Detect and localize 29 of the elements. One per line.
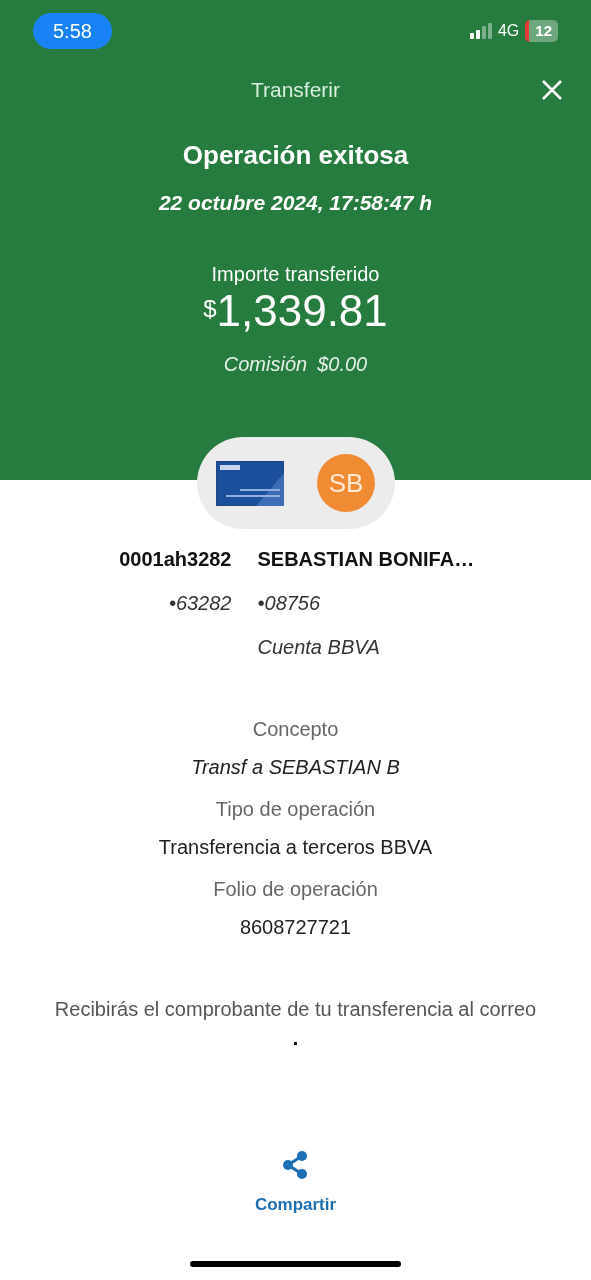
detail-label: Tipo de operación xyxy=(215,797,376,822)
origin-account-name: 0001ah3282 xyxy=(119,547,232,572)
recipient-account-number: •08756 xyxy=(257,591,321,616)
success-title: Operación exitosa xyxy=(182,139,409,172)
operation-date: 22 octubre 2024, 17:58:47 h xyxy=(158,190,433,216)
detail-label: Concepto xyxy=(252,717,339,742)
origin-account-number: •63282 xyxy=(168,591,232,616)
fee-label: Comisión xyxy=(223,351,308,377)
share-icon xyxy=(281,1150,310,1180)
detail-value: 8608727721 xyxy=(239,915,352,940)
notice-text: Recibirás el comprobante de tu transferencia al correo xyxy=(53,997,538,1022)
detail-value: Transferencia a terceros BBVA xyxy=(158,835,433,860)
share-button[interactable]: Compartir xyxy=(254,1150,337,1218)
signal-icon xyxy=(469,23,492,39)
fee-value: $0.00 xyxy=(317,351,368,377)
recipient-bank: Cuenta BBVA xyxy=(257,635,380,660)
amount-value: $1,339.81 xyxy=(203,286,388,335)
close-icon[interactable] xyxy=(541,79,563,101)
amount-label: Importe transferido xyxy=(211,261,380,287)
email-text: . xyxy=(291,1028,300,1048)
avatar-initials: SB xyxy=(317,454,375,512)
screen-title: Transferir xyxy=(250,77,341,104)
detail-label: Folio de operación xyxy=(213,877,378,902)
clock-time: 5:58 xyxy=(33,13,112,49)
bank-card-icon xyxy=(216,460,284,506)
network-label: 4G xyxy=(497,21,520,41)
detail-value: Transf a SEBASTIAN B xyxy=(191,755,400,780)
battery-level: 12 xyxy=(525,19,558,43)
recipient-name: SEBASTIAN BONIFA… xyxy=(257,547,475,572)
